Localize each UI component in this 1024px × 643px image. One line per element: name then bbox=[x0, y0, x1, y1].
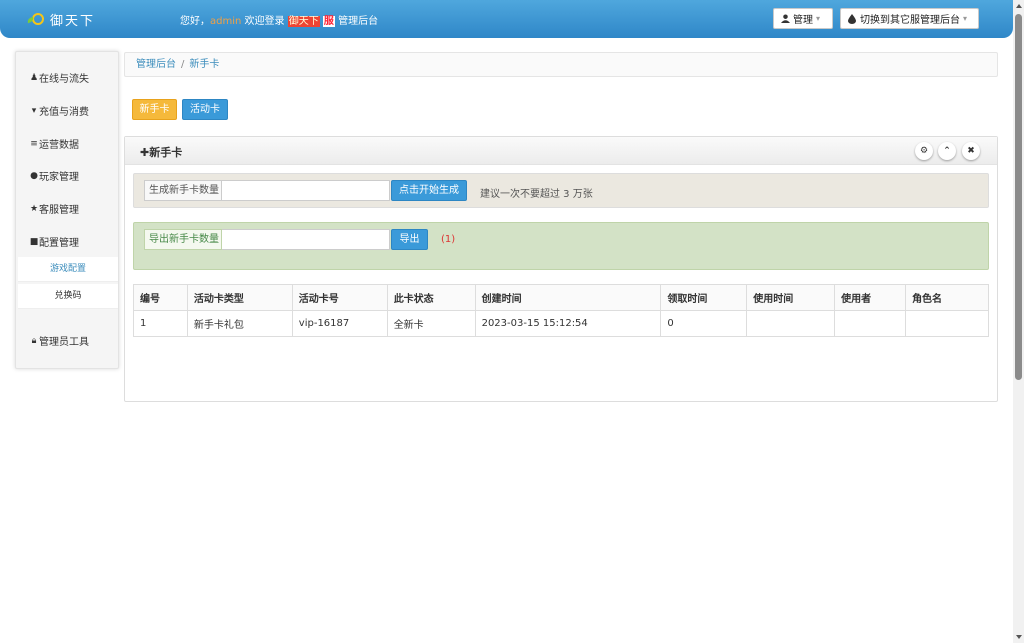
welcome-mid: 欢迎登录 bbox=[241, 16, 288, 27]
export-count: (1) bbox=[441, 234, 456, 245]
column-header: 创建时间 bbox=[474, 284, 662, 311]
caret-down-icon: ▾ bbox=[963, 14, 968, 23]
breadcrumb-separator: / bbox=[181, 59, 185, 70]
top-navbar: 御天下 您好，admin 欢迎登录 御天下 服 管理后台 管理 ▾ 切换到其它服… bbox=[0, 0, 1013, 38]
column-header: 使用者 bbox=[834, 284, 907, 311]
switch-server-label: 切换到其它服管理后台 bbox=[860, 15, 960, 26]
export-form: 导出新手卡数量 导出 (1) bbox=[133, 222, 989, 270]
scroll-down-icon[interactable] bbox=[1016, 635, 1022, 639]
collapse-icon[interactable]: ⌃ bbox=[938, 142, 956, 160]
panel-header: ✚新手卡 ⚙ ⌃ ✖ bbox=[125, 137, 997, 165]
user-icon: ♟ bbox=[29, 72, 39, 83]
column-header: 领取时间 bbox=[660, 284, 748, 311]
column-header: 编号 bbox=[133, 284, 188, 311]
username: admin bbox=[210, 16, 242, 27]
new-card-panel: ✚新手卡 ⚙ ⌃ ✖ 生成新手卡数量 点击开始生成 建议一次不要超过 3 万张 … bbox=[124, 136, 998, 402]
sidebar-item-label: 配置管理 bbox=[39, 238, 79, 249]
table-cell bbox=[834, 310, 907, 337]
panel-title-text: 新手卡 bbox=[149, 146, 183, 159]
scroll-up-icon[interactable] bbox=[1016, 4, 1022, 8]
list-icon: ≡ bbox=[30, 138, 38, 149]
table-cell: 2023-03-15 15:12:54 bbox=[474, 310, 662, 337]
sidebar-item-label: 充值与消费 bbox=[39, 107, 89, 118]
tab-new-card[interactable]: 新手卡 bbox=[132, 99, 177, 120]
export-count-label: 导出新手卡数量 bbox=[144, 229, 222, 250]
logo-text: 御天下 bbox=[50, 13, 96, 29]
table-cell bbox=[905, 310, 989, 337]
game-name: 御天下 bbox=[287, 16, 320, 27]
table-cell: 1 bbox=[133, 310, 188, 337]
sidebar-item-admin-tools[interactable]: 🔒︎ 管理员工具 bbox=[29, 333, 89, 349]
welcome-suffix: 管理后台 bbox=[334, 16, 379, 27]
lock-icon: 🔒︎ bbox=[31, 335, 37, 346]
sidebar-item-config[interactable]: ■ 配置管理 bbox=[29, 234, 79, 250]
sidebar-item-service[interactable]: ★ 客服管理 bbox=[29, 201, 79, 217]
welcome-message: 您好，admin 欢迎登录 御天下 服 管理后台 bbox=[180, 12, 378, 27]
column-header: 活动卡号 bbox=[291, 284, 388, 311]
caret-down-icon: ▾ bbox=[816, 14, 821, 23]
logo[interactable]: 御天下 bbox=[26, 9, 96, 29]
star-icon: ★ bbox=[29, 203, 39, 214]
scroll-thumb[interactable] bbox=[1015, 14, 1022, 380]
sidebar-item-label: 管理员工具 bbox=[39, 337, 89, 348]
generate-count-input[interactable] bbox=[222, 180, 390, 201]
sidebar-item-operations[interactable]: ≡ 运营数据 bbox=[29, 136, 79, 152]
table-cell bbox=[746, 310, 836, 337]
breadcrumb: 管理后台 / 新手卡 bbox=[124, 52, 998, 77]
welcome-prefix: 您好， bbox=[180, 16, 210, 27]
tab-activity-card[interactable]: 活动卡 bbox=[182, 99, 228, 120]
sidebar-item-recharge[interactable]: ▾ 充值与消费 bbox=[29, 103, 89, 119]
sidebar-item-label: 客服管理 bbox=[39, 205, 79, 216]
breadcrumb-root-link[interactable]: 管理后台 bbox=[136, 59, 176, 70]
table-cell: vip-16187 bbox=[291, 310, 388, 337]
column-header: 此卡状态 bbox=[386, 284, 476, 311]
table-cell: 全新卡 bbox=[386, 310, 476, 337]
admin-menu-button[interactable]: 管理 ▾ bbox=[773, 8, 833, 29]
page-scrollbar[interactable] bbox=[1013, 0, 1024, 643]
sidebar-item-players[interactable]: ● 玩家管理 bbox=[29, 168, 79, 184]
generate-form: 生成新手卡数量 点击开始生成 建议一次不要超过 3 万张 bbox=[133, 173, 989, 208]
table-cell: 0 bbox=[660, 310, 748, 337]
plus-icon: ✚ bbox=[140, 146, 150, 159]
sidebar-item-online[interactable]: ♟ 在线与流失 bbox=[29, 70, 89, 86]
sidebar-subitem-game-config[interactable]: 游戏配置 bbox=[18, 257, 118, 282]
person-icon: ● bbox=[30, 170, 38, 181]
cart-icon: ▾ bbox=[31, 105, 37, 116]
table-header-row: 编号 活动卡类型 活动卡号 此卡状态 创建时间 领取时间 使用时间 使用者 角色… bbox=[133, 284, 989, 311]
user-icon bbox=[781, 14, 790, 23]
sidebar-item-label: 运营数据 bbox=[39, 140, 79, 151]
sidebar: ♟ 在线与流失 ▾ 充值与消费 ≡ 运营数据 ● 玩家管理 ★ 客服管理 ■ 配置管理 游戏… bbox=[15, 51, 119, 369]
sidebar-item-label: 在线与流失 bbox=[39, 74, 89, 85]
column-header: 使用时间 bbox=[746, 284, 836, 311]
admin-menu-label: 管理 bbox=[793, 15, 813, 26]
table-row: 1 新手卡礼包 vip-16187 全新卡 2023-03-15 15:12:5… bbox=[133, 310, 989, 337]
settings-icon[interactable]: ⚙ bbox=[915, 142, 933, 160]
start-generate-button[interactable]: 点击开始生成 bbox=[391, 180, 467, 201]
droplet-icon bbox=[848, 13, 856, 24]
panel-title: ✚新手卡 bbox=[140, 144, 182, 160]
column-header: 角色名 bbox=[905, 284, 989, 311]
generate-count-label: 生成新手卡数量 bbox=[144, 180, 222, 201]
server-mark: 服 bbox=[322, 16, 335, 27]
breadcrumb-current: 新手卡 bbox=[189, 59, 220, 70]
sidebar-item-label: 玩家管理 bbox=[39, 172, 79, 183]
generate-hint: 建议一次不要超过 3 万张 bbox=[480, 189, 593, 200]
sidebar-subitem-redeem-code[interactable]: 兑换码 bbox=[18, 284, 118, 309]
table-cell: 新手卡礼包 bbox=[186, 310, 293, 337]
book-icon: ■ bbox=[29, 236, 39, 247]
close-icon[interactable]: ✖ bbox=[962, 142, 980, 160]
logo-icon bbox=[26, 11, 46, 27]
export-count-input[interactable] bbox=[222, 229, 390, 250]
column-header: 活动卡类型 bbox=[186, 284, 293, 311]
export-button[interactable]: 导出 bbox=[391, 229, 428, 250]
switch-server-button[interactable]: 切换到其它服管理后台 ▾ bbox=[840, 8, 979, 29]
cards-table: 编号 活动卡类型 活动卡号 此卡状态 创建时间 领取时间 使用时间 使用者 角色… bbox=[133, 284, 989, 337]
